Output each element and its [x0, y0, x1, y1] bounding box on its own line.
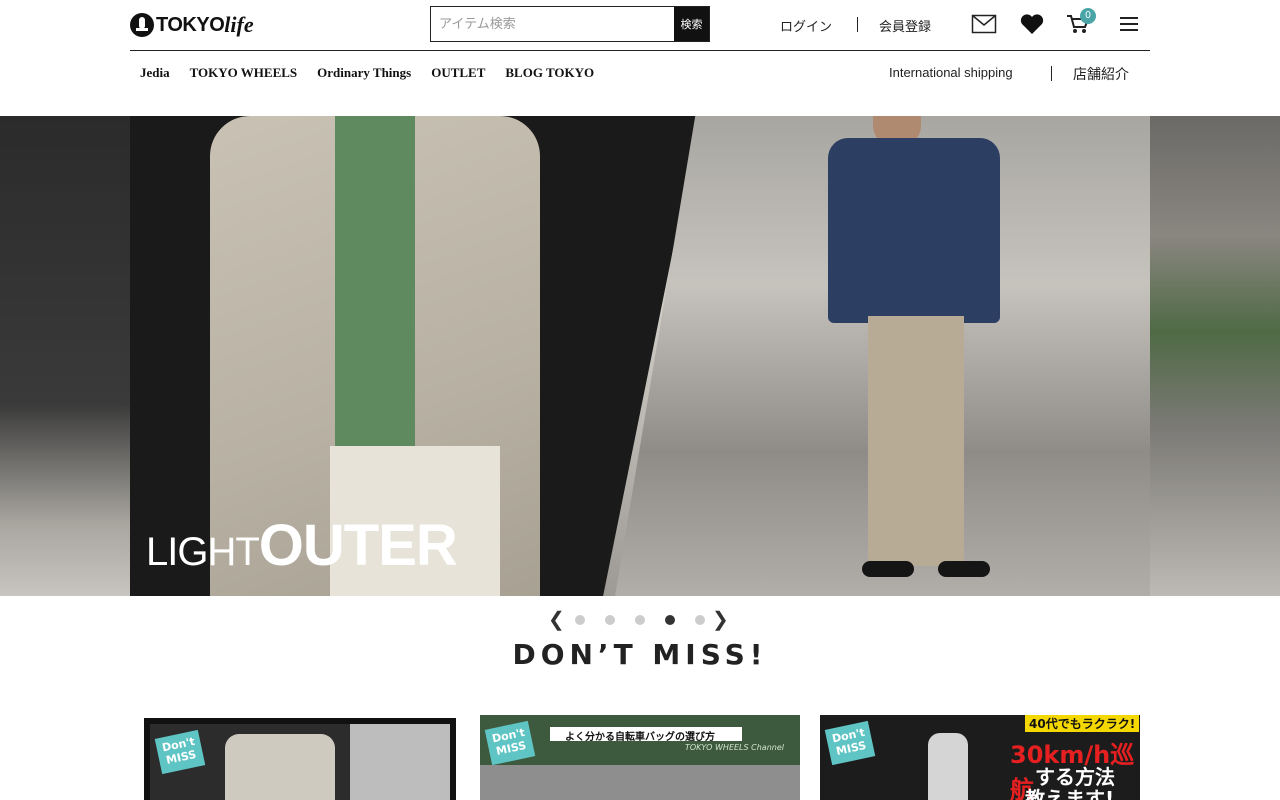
dont-miss-badge: Don't MISS: [484, 720, 536, 766]
card-background-image: [350, 724, 450, 800]
site-header: TOKYO life 検索 ログイン 会員登録 0: [130, 0, 1150, 51]
hero-shoe-right: [938, 561, 990, 577]
main-nav: Jedia TOKYO WHEELS Ordinary Things OUTLE…: [140, 62, 594, 84]
next-slide-preview[interactable]: [1150, 116, 1280, 596]
hero-title-light: LIGHT: [146, 530, 260, 574]
mail-icon[interactable]: [971, 12, 997, 36]
site-logo[interactable]: TOKYO life: [130, 10, 254, 40]
feature-card[interactable]: Don't MISS よく分かる自転車バッグの選び方 TOKYO WHEELS …: [480, 715, 800, 800]
pager-dot-active[interactable]: [665, 615, 675, 625]
hero-title-bold: OUTER: [258, 513, 458, 578]
logo-sub: life: [224, 12, 254, 37]
feature-card[interactable]: Don't MISS 40代でもラクラク! 30km/h巡航 する方法 教えます…: [820, 715, 1140, 800]
chevron-right-icon[interactable]: ❯: [712, 610, 729, 630]
card-street-image: [480, 765, 800, 800]
menu-icon[interactable]: [1117, 12, 1143, 36]
logo-mark-icon: [130, 13, 154, 37]
feature-card[interactable]: Don't MISS: [144, 718, 456, 800]
section-title: DON’T MISS!: [512, 638, 768, 671]
nav-item-tokyo-wheels[interactable]: TOKYO WHEELS: [190, 62, 298, 84]
nav-item-blog-tokyo[interactable]: BLOG TOKYO: [505, 62, 594, 84]
pager-dot[interactable]: [605, 615, 615, 625]
nav-item-jedia[interactable]: Jedia: [140, 62, 170, 84]
search-button[interactable]: 検索: [674, 7, 709, 41]
heart-icon[interactable]: [1019, 12, 1045, 36]
card-model-figure: [928, 733, 968, 800]
divider: [857, 17, 858, 32]
pager-dot[interactable]: [635, 615, 645, 625]
dont-miss-badge: Don't MISS: [154, 729, 206, 775]
divider: [1051, 66, 1052, 81]
login-link[interactable]: ログイン: [780, 16, 832, 35]
international-shipping-link[interactable]: International shipping: [889, 65, 1013, 80]
hero-carousel[interactable]: LIGHTOUTER: [0, 116, 1280, 596]
hero-khaki-pants: [868, 316, 964, 566]
nav-item-ordinary-things[interactable]: Ordinary Things: [317, 62, 411, 84]
pager-dot[interactable]: [575, 615, 585, 625]
chevron-left-icon[interactable]: ❮: [548, 610, 565, 630]
search-input[interactable]: [431, 7, 674, 41]
search-bar: 検索: [430, 6, 710, 42]
dont-miss-badge: Don't MISS: [824, 720, 876, 766]
hero-denim-jacket: [828, 138, 1000, 323]
card-subcaption: TOKYO WHEELS Channel: [685, 743, 784, 752]
pager-dot[interactable]: [695, 615, 705, 625]
hero-shoe-left: [862, 561, 914, 577]
prev-slide-preview[interactable]: [0, 116, 130, 596]
register-link[interactable]: 会員登録: [879, 16, 931, 35]
card-caption: 40代でもラクラク!: [1025, 715, 1140, 732]
card-model-figure: [225, 734, 335, 800]
carousel-pager: ❮ ❯: [548, 610, 734, 630]
hero-title: LIGHTOUTER: [146, 513, 458, 591]
cart-count-badge: 0: [1080, 8, 1096, 24]
card-caption: よく分かる自転車バッグの選び方: [565, 732, 715, 743]
card-headline-line3: 教えます!: [1025, 787, 1115, 800]
nav-item-outlet[interactable]: OUTLET: [431, 62, 485, 84]
stores-link[interactable]: 店舗紹介: [1073, 64, 1129, 84]
hero-shirt-figure: [335, 116, 415, 446]
logo-text: TOKYO: [156, 13, 225, 36]
